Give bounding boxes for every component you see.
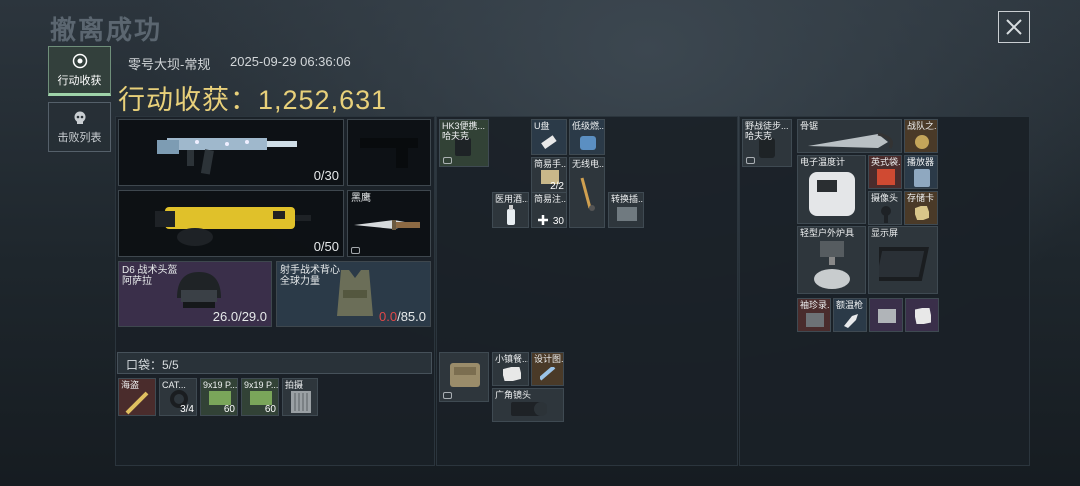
paper-icon bbox=[915, 308, 931, 324]
bag-item[interactable]: 简易手... 2/2 bbox=[531, 157, 567, 193]
container-item[interactable]: 存储卡 bbox=[904, 191, 938, 225]
pistol-slot[interactable] bbox=[347, 119, 431, 186]
rifle-icon bbox=[157, 138, 297, 175]
bag-item[interactable]: 小镇餐... bbox=[492, 352, 529, 386]
adapter-icon bbox=[617, 207, 637, 221]
link-icon bbox=[351, 247, 360, 254]
container-item[interactable]: 袖珍录... bbox=[797, 298, 831, 332]
bag-item[interactable]: 简易注... 30 bbox=[531, 192, 567, 228]
sidebar-item-harvest[interactable]: 行动收获 bbox=[48, 46, 111, 96]
memory-card-icon bbox=[915, 206, 929, 220]
sidebar-item-label: 击败列表 bbox=[57, 131, 102, 144]
container-item[interactable]: 播放器 bbox=[904, 155, 938, 189]
weapon-ammo: 0/30 bbox=[313, 168, 339, 183]
container-item[interactable]: 电子温度计 bbox=[797, 155, 866, 224]
ammo-box-icon bbox=[250, 391, 272, 405]
armor-slot[interactable]: 射手战术背心 全球力量 0.0/85.0 bbox=[276, 261, 431, 327]
thermometer-device-icon bbox=[809, 172, 855, 216]
vest-icon bbox=[337, 270, 373, 316]
primary-weapon-slot[interactable]: 0/30 bbox=[118, 119, 344, 186]
armor-durability: 0.0/85.0 bbox=[379, 309, 426, 324]
plus-icon bbox=[538, 215, 548, 225]
container-item-unnamed[interactable] bbox=[869, 298, 903, 332]
media-player-icon bbox=[914, 169, 930, 187]
bag-item[interactable]: 医用酒... bbox=[492, 192, 529, 228]
display-screen-icon bbox=[879, 247, 929, 281]
bag-item[interactable]: 广角镜头 bbox=[492, 388, 564, 422]
container-item[interactable]: 额温枪 bbox=[833, 298, 867, 332]
container-item[interactable]: 摄像头 bbox=[868, 191, 902, 225]
medal-icon bbox=[915, 135, 929, 149]
container-item[interactable]: 英式袋... bbox=[868, 155, 902, 189]
helmet-faction: 阿萨拉 bbox=[122, 276, 152, 287]
card-icon bbox=[503, 367, 521, 381]
pocket-item[interactable]: CAT... 3/4 bbox=[159, 378, 197, 416]
container-item-unnamed[interactable] bbox=[905, 298, 939, 332]
saw-icon bbox=[808, 132, 893, 149]
film-icon bbox=[291, 391, 311, 413]
page-title: 撤离成功 bbox=[50, 15, 163, 45]
pocket-item[interactable]: 9x19 P... 60 bbox=[200, 378, 238, 416]
melee-name: 黑鹰 bbox=[351, 193, 371, 204]
close-button[interactable] bbox=[998, 11, 1030, 43]
sidebar-item-kills[interactable]: 击败列表 bbox=[48, 102, 111, 152]
bottle-icon bbox=[507, 205, 515, 225]
weapon-ammo: 0/50 bbox=[313, 239, 339, 254]
melee-slot[interactable]: 黑鹰 bbox=[347, 190, 431, 257]
knife-icon bbox=[354, 220, 420, 230]
ammo-box-icon bbox=[209, 391, 231, 405]
container-item[interactable]: 骨锯 bbox=[797, 119, 902, 153]
container-item[interactable]: 显示屏 bbox=[868, 226, 938, 294]
helmet-durability: 26.0/29.0 bbox=[212, 309, 267, 324]
secondary-weapon-slot[interactable]: 0/50 bbox=[118, 190, 344, 257]
armor-faction: 全球力量 bbox=[280, 276, 320, 287]
bag-pouch-item[interactable] bbox=[439, 352, 489, 402]
skull-icon bbox=[74, 111, 85, 124]
link-icon bbox=[443, 392, 452, 399]
pocket-item[interactable]: 9x19 P... 60 bbox=[241, 378, 279, 416]
harvest-total: 行动收获：1,252,631 bbox=[118, 85, 388, 115]
pouch-icon bbox=[450, 363, 480, 387]
backpack-item[interactable]: 野战徒步... 哈夫克 bbox=[742, 119, 792, 167]
bag-item[interactable]: 低级燃... bbox=[569, 119, 605, 155]
pocket-header: 口袋：5/5 bbox=[117, 352, 432, 374]
fuel-can-icon bbox=[580, 136, 596, 150]
container-item[interactable]: 战队之... bbox=[904, 119, 938, 153]
blueprint-icon bbox=[540, 367, 556, 381]
bag-rig-item[interactable]: HK3便携... 哈夫克 bbox=[439, 119, 489, 167]
helmet-slot[interactable]: D6 战术头盔 阿萨拉 26.0/29.0 bbox=[118, 261, 272, 327]
box-icon bbox=[877, 169, 895, 185]
target-icon bbox=[72, 53, 87, 68]
bag-item[interactable]: U盘 bbox=[531, 119, 567, 155]
usb-icon bbox=[541, 135, 557, 150]
container-item[interactable]: 轻型户外炉具 bbox=[797, 226, 866, 294]
pocket-item[interactable]: 拍摄 bbox=[282, 378, 318, 416]
stove-icon bbox=[814, 241, 850, 289]
camera-icon bbox=[881, 206, 891, 223]
pistol-icon bbox=[360, 138, 418, 168]
bag-item[interactable]: 设计图... bbox=[531, 352, 564, 386]
datetime: 2025-09-29 06:36:06 bbox=[230, 54, 351, 69]
link-icon bbox=[746, 157, 755, 164]
thermometer-gun-icon bbox=[844, 314, 858, 328]
bag-item[interactable]: 转换插... bbox=[608, 192, 644, 228]
pocket-item[interactable]: 海盗 bbox=[118, 378, 156, 416]
sidebar-item-label: 行动收获 bbox=[57, 74, 102, 87]
helmet-icon bbox=[177, 272, 221, 308]
smg-icon bbox=[155, 207, 311, 246]
chip-icon bbox=[878, 309, 896, 323]
bag-item[interactable]: 无线电... bbox=[569, 157, 605, 228]
close-icon bbox=[1006, 19, 1022, 35]
injector-icon bbox=[125, 391, 149, 415]
link-icon bbox=[443, 157, 452, 164]
map-name: 零号大坝-常规 bbox=[128, 57, 211, 72]
lens-icon bbox=[511, 402, 547, 416]
recorder-icon bbox=[806, 313, 824, 327]
radio-icon bbox=[580, 177, 595, 211]
